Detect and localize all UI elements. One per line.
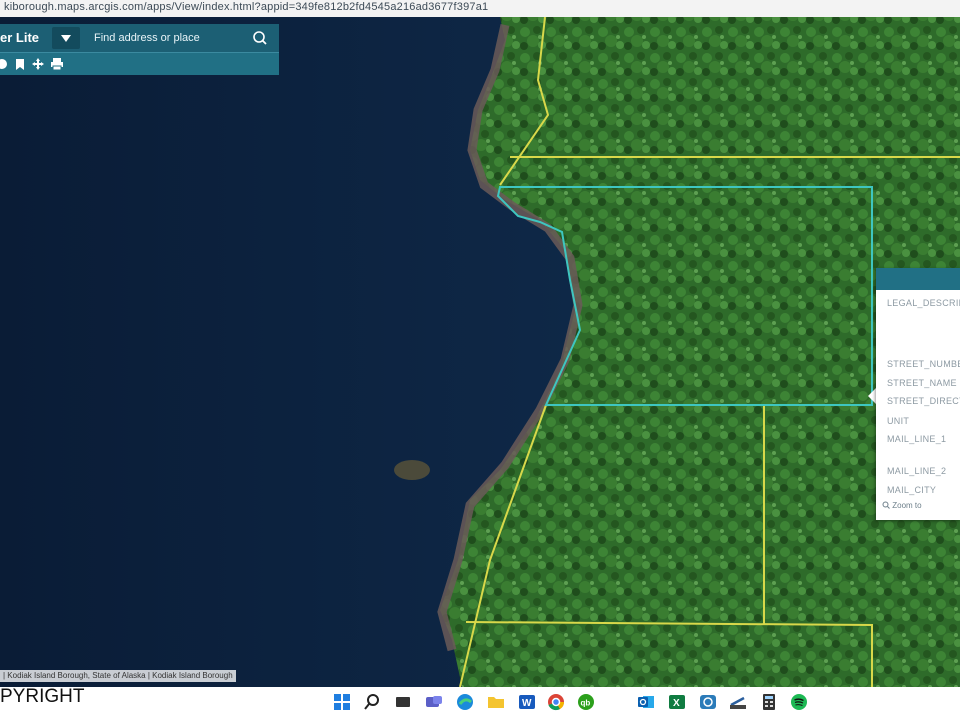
layers-icon[interactable] [0, 56, 10, 72]
word-icon[interactable]: W [518, 693, 536, 711]
satellite-basemap [0, 17, 960, 687]
field-legal-description: LEGAL_DESCRIP [887, 298, 960, 308]
address-bar[interactable]: kiborough.maps.arcgis.com/apps/View/inde… [0, 0, 960, 17]
windows-start-icon[interactable] [333, 693, 351, 711]
calculator-icon[interactable] [760, 693, 778, 711]
url-text: kiborough.maps.arcgis.com/apps/View/inde… [4, 1, 489, 13]
map-view[interactable] [0, 17, 960, 687]
svg-text:W: W [522, 698, 532, 709]
app-icon[interactable] [699, 693, 717, 711]
popup-header [876, 268, 960, 290]
excel-icon[interactable]: X [668, 693, 686, 711]
search-source-dropdown[interactable] [52, 27, 80, 49]
field-mail-line-1: MAIL_LINE_1 [887, 434, 947, 444]
zoom-icon [882, 501, 890, 509]
field-street-name: STREET_NAME [887, 378, 957, 388]
rock-islet [394, 460, 430, 480]
chat-icon[interactable] [425, 693, 443, 711]
move-icon[interactable] [30, 56, 46, 72]
edge-icon[interactable] [456, 693, 474, 711]
quickbooks-icon[interactable]: qb [577, 693, 595, 711]
app-toolbar [0, 52, 279, 75]
field-street-number: STREET_NUMBER [887, 359, 960, 369]
svg-text:X: X [673, 698, 680, 709]
chrome-icon[interactable] [547, 693, 565, 711]
outlook-icon[interactable] [637, 693, 655, 711]
field-mail-city: MAIL_CITY [887, 485, 937, 495]
app-title: er Lite [0, 30, 40, 45]
svg-text:qb: qb [581, 699, 591, 708]
task-view-icon[interactable] [394, 693, 412, 711]
file-explorer-icon[interactable] [487, 693, 505, 711]
taskbar: PYRIGHT W qb X [0, 687, 960, 720]
zoom-to-label: Zoom to [892, 501, 922, 510]
popup-pointer [868, 388, 876, 404]
search-input[interactable] [84, 27, 252, 49]
field-unit: UNIT [887, 416, 910, 426]
spotify-icon[interactable] [790, 693, 808, 711]
zoom-to-link[interactable]: Zoom to [882, 501, 922, 510]
scanner-icon[interactable] [729, 693, 747, 711]
field-street-direction: STREET_DIRECT [887, 396, 960, 406]
feature-popup: LEGAL_DESCRIP STREET_NUMBER STREET_NAME … [876, 268, 960, 520]
app-header: er Lite [0, 24, 279, 52]
search-icon [253, 31, 267, 45]
bookmark-icon[interactable] [12, 56, 28, 72]
search-button[interactable] [246, 27, 274, 49]
print-icon[interactable] [49, 56, 65, 72]
field-mail-line-2: MAIL_LINE_2 [887, 466, 947, 476]
search-icon[interactable] [363, 693, 381, 711]
footer-text: PYRIGHT [0, 686, 85, 707]
map-attribution: | Kodiak Island Borough, State of Alaska… [0, 670, 236, 682]
